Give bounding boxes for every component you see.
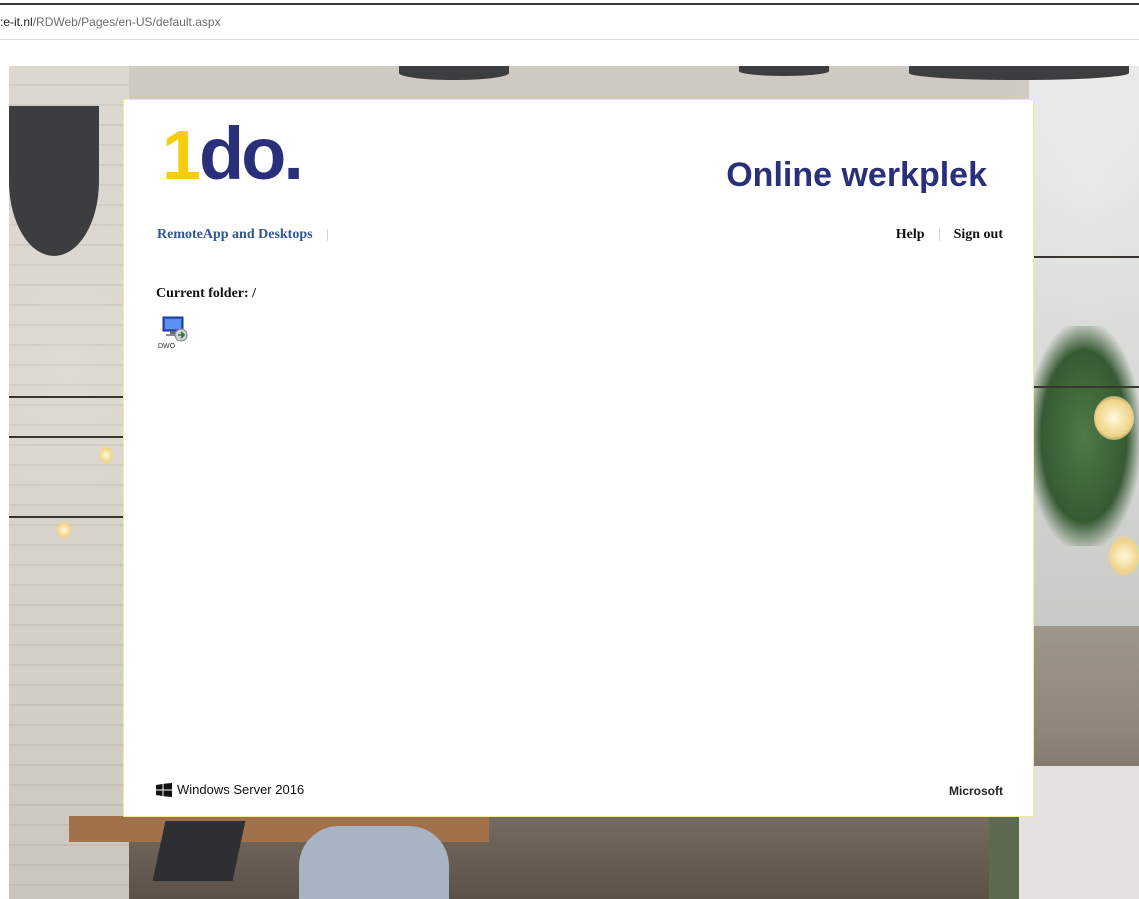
windows-server-text: Windows Server 2016 [177,782,305,797]
sign-out-link[interactable]: Sign out [954,227,1003,242]
logo-do: do. [198,112,304,195]
company-logo: 1do. [162,112,304,195]
url-host: :e-it.nl [0,15,33,29]
remoteapp-link[interactable]: RemoteApp and Desktops [157,227,313,242]
app-tile-dwo[interactable]: DWO [156,316,196,360]
remote-desktop-icon [162,316,188,342]
current-folder-label: Current folder: / [156,286,257,301]
url-path: /RDWeb/Pages/en-US/default.aspx [32,15,221,29]
microsoft-brand: Microsoft [949,784,1003,798]
browser-spacer [0,40,1139,66]
header-links: Help Sign out [896,227,1003,243]
help-link[interactable]: Help [896,227,925,242]
address-bar[interactable]: :e-it.nl/RDWeb/Pages/en-US/default.aspx [0,5,1139,40]
nav-bar: RemoteApp and Desktops [157,227,328,243]
page-title: Online werkplek [726,156,987,194]
logo-one: 1 [162,116,201,194]
app-label: DWO [158,343,176,350]
nav-divider [326,228,328,241]
link-divider [938,228,940,241]
rdweb-panel: 1do. Online werkplek RemoteApp and Deskt… [124,100,1033,816]
windows-logo-icon [156,783,172,797]
windows-server-brand: Windows Server 2016 [156,782,304,797]
url-text[interactable]: :e-it.nl/RDWeb/Pages/en-US/default.aspx [0,15,221,29]
